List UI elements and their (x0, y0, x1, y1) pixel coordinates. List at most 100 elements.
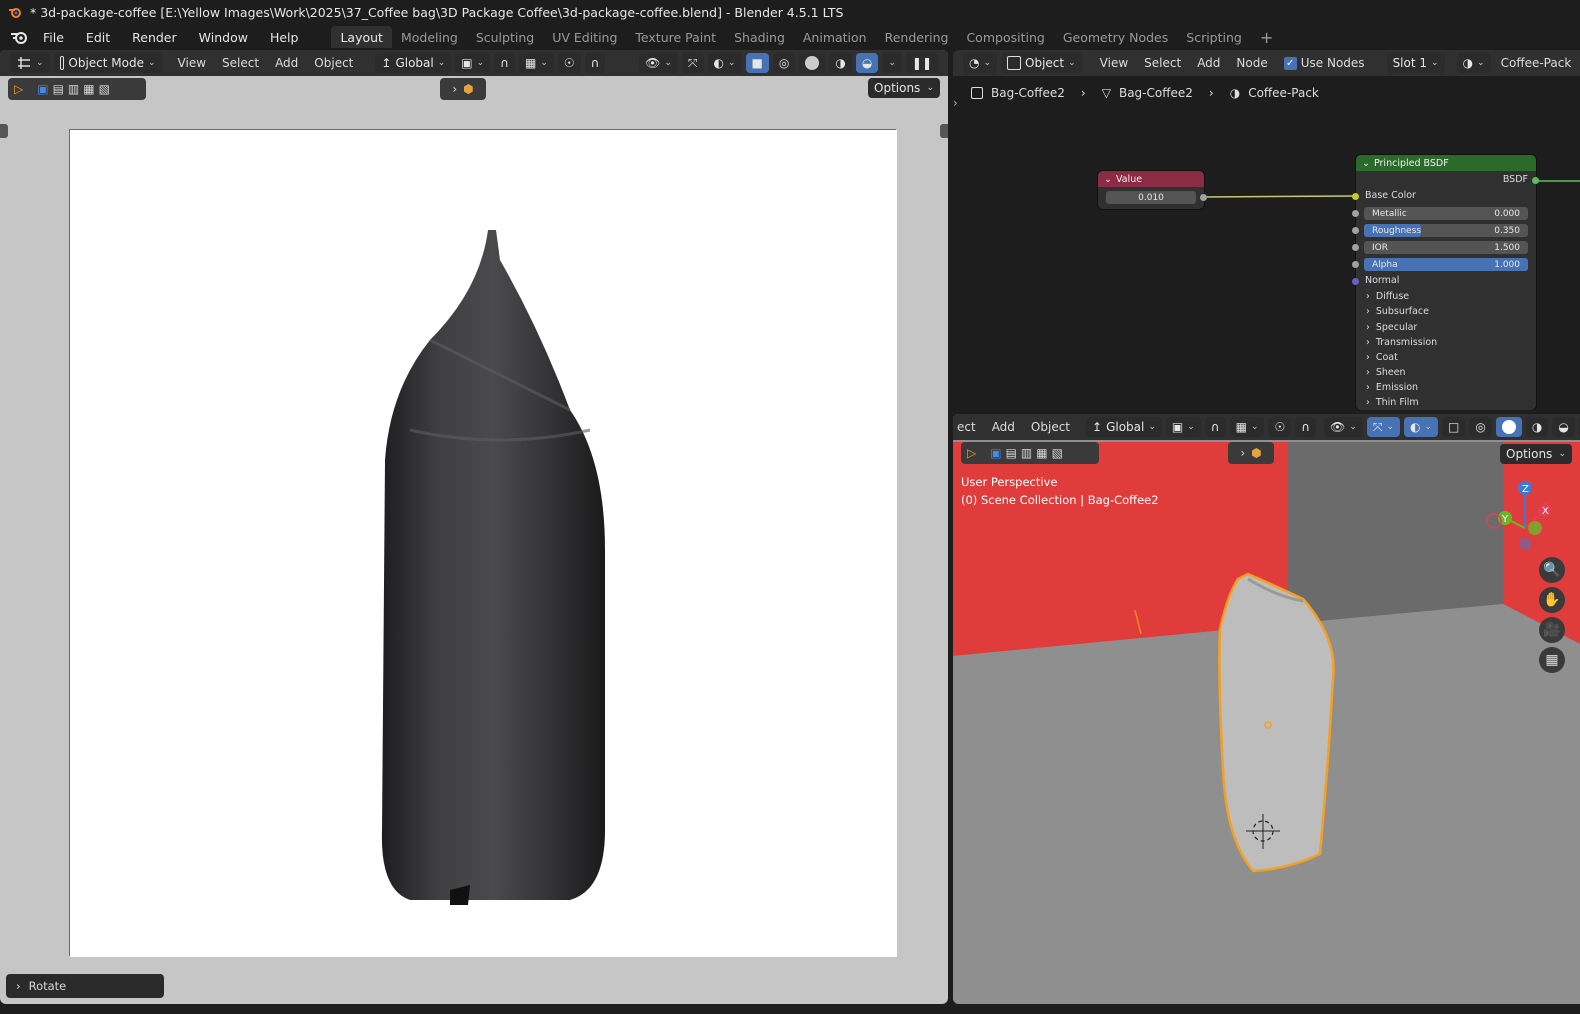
workspace-tab-uv-editing[interactable]: UV Editing (543, 26, 626, 48)
right-xray-toggle[interactable]: □ (1442, 417, 1466, 437)
shading-dropdown[interactable]: ⌄ (882, 53, 902, 73)
right-snap-target-dropdown[interactable]: ▦ ⌄ (1229, 417, 1265, 437)
ior-socket[interactable] (1352, 244, 1359, 251)
right-asset-shelf-toggle[interactable]: › ⬢ (1228, 442, 1274, 464)
menu-help[interactable]: Help (259, 26, 310, 48)
select-tool-icon[interactable]: ▷ (14, 82, 23, 96)
right-menu-select[interactable]: ect (957, 417, 982, 437)
xray-toggle[interactable]: ■ (745, 53, 769, 73)
workspace-tab-scripting[interactable]: Scripting (1177, 26, 1251, 48)
falloff-dropdown[interactable]: ∩ (584, 53, 606, 73)
snap-toggle[interactable]: ∩ (494, 53, 515, 73)
metallic-slider[interactable]: Metallic 0.000 (1364, 207, 1528, 220)
right-shading-material[interactable]: ◑ (1525, 417, 1549, 437)
object-mode-dropdown[interactable]: Object Mode ⌄ (53, 53, 162, 73)
right-proportional-toggle[interactable]: ☉ (1268, 417, 1292, 437)
left-menu-view[interactable]: View (172, 53, 212, 73)
select-invert-icon[interactable]: ▦ (83, 82, 94, 96)
value-node[interactable]: ⌄ Value 0.010 (1098, 171, 1207, 209)
roughness-slider[interactable]: Roughness 0.350 (1364, 224, 1528, 237)
principled-bsdf-node[interactable]: ⌄ Principled BSDF BSDF Base Color Metall… (1352, 155, 1539, 410)
alpha-slider[interactable]: Alpha 1.000 (1364, 258, 1528, 271)
select-subtract-icon[interactable]: ▥ (68, 82, 79, 96)
right-region-toggle[interactable] (940, 124, 948, 138)
right-transform-orientation-dropdown[interactable]: ↥ Global ⌄ (1086, 417, 1162, 437)
base-color-socket[interactable] (1352, 193, 1359, 200)
select-new-icon[interactable]: ▣ (990, 446, 1001, 460)
workspace-tab-layout[interactable]: Layout (331, 26, 392, 48)
select-subtract-icon[interactable]: ▥ (1021, 446, 1032, 460)
left-options-dropdown[interactable]: Options ⌄ (868, 78, 940, 98)
pause-render-button[interactable]: ❚❚ (905, 53, 938, 73)
right-snap-toggle[interactable]: ∩ (1204, 417, 1226, 437)
snap-target-dropdown[interactable]: ▦ ⌄ (518, 53, 554, 73)
overlay-toggle[interactable]: ◐ ⌄ (707, 53, 742, 73)
right-shading-wireframe[interactable]: ◎ (1469, 417, 1492, 437)
right-pivot-dropdown[interactable]: ▣ ⌄ (1165, 417, 1201, 437)
perspective-toggle-icon[interactable]: ▦ (1539, 647, 1565, 673)
roughness-socket[interactable] (1352, 227, 1359, 234)
right-options-dropdown[interactable]: Options ⌄ (1500, 444, 1572, 464)
transform-orientation-dropdown[interactable]: ↥ Global ⌄ (375, 53, 452, 73)
left-menu-add[interactable]: Add (269, 53, 304, 73)
right-menu-add[interactable]: Add (986, 417, 1021, 437)
panel-emission[interactable]: › Emission (1366, 382, 1418, 393)
panel-subsurface[interactable]: › Subsurface (1366, 306, 1429, 317)
menu-edit[interactable]: Edit (75, 26, 121, 48)
workspace-tab-shading[interactable]: Shading (725, 26, 794, 48)
zoom-icon[interactable]: 🔍 (1539, 557, 1565, 583)
select-new-icon[interactable]: ▣ (37, 82, 48, 96)
add-workspace-button[interactable]: + (1251, 26, 1282, 48)
right-shading-rendered[interactable]: ◒ (1552, 417, 1575, 437)
workspace-tab-rendering[interactable]: Rendering (876, 26, 958, 48)
shading-wireframe[interactable]: ◎ (772, 53, 796, 73)
menu-file[interactable]: File (32, 26, 75, 48)
right-falloff-dropdown[interactable]: ∩ (1295, 417, 1317, 437)
camera-view-icon[interactable]: 🎥 (1539, 617, 1565, 643)
workspace-tab-animation[interactable]: Animation (794, 26, 876, 48)
select-intersect-icon[interactable]: ▧ (1052, 446, 1063, 460)
select-intersect-icon[interactable]: ▧ (99, 82, 110, 96)
left-region-toggle[interactable] (0, 124, 8, 138)
shader-node-editor[interactable]: ◔ ⌄ Object ⌄ View Select Add Node ✓ Use No… (953, 50, 1580, 410)
left-menu-object[interactable]: Object (308, 53, 359, 73)
left-3d-viewport[interactable]: ⌄ Object Mode ⌄ View Select Add Object ↥ … (0, 50, 948, 1004)
right-gizmo-toggle[interactable]: ⤧ ⌄ (1366, 417, 1400, 437)
value-output-socket[interactable] (1200, 194, 1207, 201)
right-overlay-toggle[interactable]: ◐ ⌄ (1403, 417, 1439, 437)
left-menu-select[interactable]: Select (216, 53, 265, 73)
asset-shelf-toggle[interactable]: › ⬢ (440, 78, 486, 100)
visibility-dropdown[interactable]: 👁 ⌄ (639, 53, 678, 73)
operator-panel[interactable]: › Rotate (6, 974, 164, 998)
gizmo-toggle[interactable]: ⤧ (681, 53, 704, 73)
panel-specular[interactable]: › Specular (1366, 322, 1417, 333)
alpha-socket[interactable] (1352, 261, 1359, 268)
select-extend-icon[interactable]: ▤ (53, 82, 64, 96)
workspace-tab-texture-paint[interactable]: Texture Paint (626, 26, 725, 48)
select-tool-icon[interactable]: ▷ (967, 446, 976, 460)
ior-slider[interactable]: IOR 1.500 (1364, 241, 1528, 254)
bsdf-output-socket[interactable] (1532, 177, 1539, 184)
shading-solid[interactable] (799, 53, 826, 73)
workspace-tab-geometry-nodes[interactable]: Geometry Nodes (1054, 26, 1177, 48)
menu-render[interactable]: Render (121, 26, 188, 48)
metallic-socket[interactable] (1352, 210, 1359, 217)
shading-material[interactable]: ◑ (829, 53, 852, 73)
value-node-field[interactable]: 0.010 (1106, 191, 1196, 204)
workspace-tab-compositing[interactable]: Compositing (957, 26, 1053, 48)
panel-thin-film[interactable]: › Thin Film (1366, 397, 1419, 408)
normal-socket[interactable] (1352, 278, 1359, 285)
navigation-gizmo[interactable]: Z Y X (1483, 476, 1553, 556)
pan-hand-icon[interactable]: ✋ (1539, 587, 1565, 613)
right-menu-object[interactable]: Object (1025, 417, 1076, 437)
right-shading-solid[interactable] (1495, 417, 1522, 437)
blender-menu-icon[interactable] (0, 26, 32, 48)
panel-diffuse[interactable]: › Diffuse (1366, 291, 1409, 302)
proportional-edit-toggle[interactable]: ☉ (557, 53, 581, 73)
right-3d-viewport[interactable]: ect Add Object ↥ Global ⌄ ▣ ⌄ ∩ ▦ ⌄ ☉ ∩ 👁 ⌄ … (953, 414, 1580, 1004)
editor-type-selector[interactable]: ⌄ (10, 53, 50, 73)
panel-sheen[interactable]: › Sheen (1366, 367, 1406, 378)
workspace-tab-modeling[interactable]: Modeling (392, 26, 467, 48)
select-invert-icon[interactable]: ▦ (1036, 446, 1047, 460)
select-extend-icon[interactable]: ▤ (1006, 446, 1017, 460)
